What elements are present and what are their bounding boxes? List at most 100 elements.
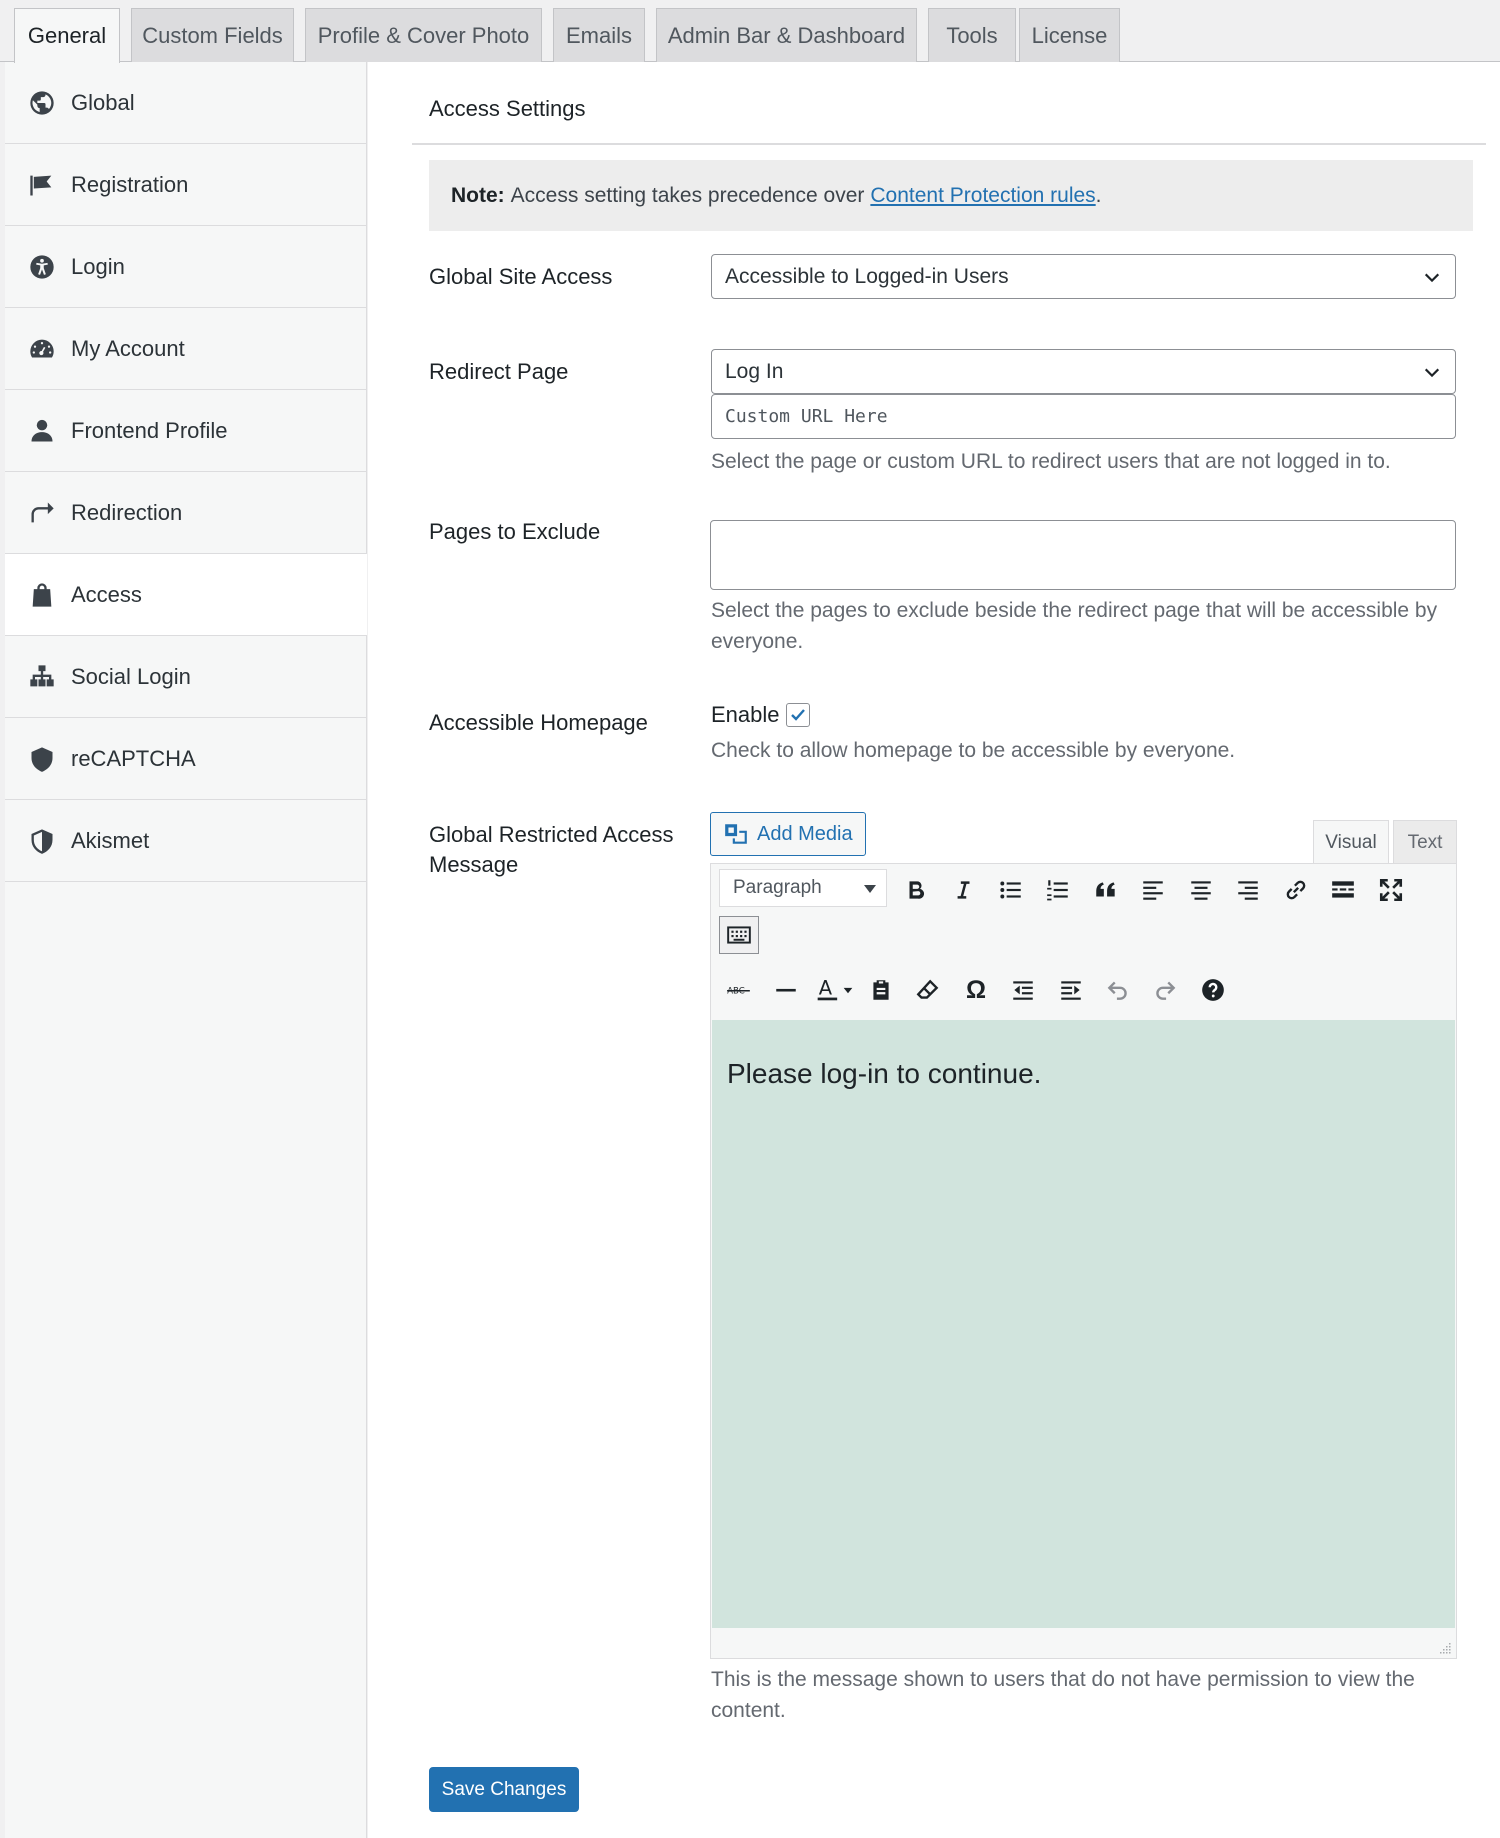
align-left-button[interactable] [1133,870,1173,910]
text-color-button[interactable]: A [809,970,861,1010]
keyboard-icon [727,926,751,944]
settings-panel: Access Settings Note: Access setting tak… [368,62,1500,1838]
italic-button[interactable] [943,870,983,910]
accessible-homepage-checkbox[interactable] [785,703,810,727]
horizontal-line-button[interactable] [766,970,806,1010]
toolbar-toggle-button[interactable] [719,916,759,954]
align-right-button[interactable] [1228,870,1268,910]
user-icon [27,416,57,446]
note-period: . [1095,183,1102,207]
editor-toolbar-primary: Paragraph [711,864,1456,910]
sidebar-item-my-account[interactable]: My Account [5,308,367,390]
section-title: Access Settings [429,96,586,121]
paragraph-format-select[interactable]: Paragraph [719,869,887,907]
align-center-button[interactable] [1181,870,1221,910]
redirect-page-select[interactable]: Log In [711,349,1456,394]
redo-icon [1156,981,1176,1000]
redirect-arrow-icon [27,498,57,528]
blockquote-button[interactable] [1086,870,1126,910]
sidebar-item-login[interactable]: Login [5,226,367,308]
numbered-list-icon [1047,880,1068,901]
section-divider [412,143,1486,145]
settings-sidebar: Global Registration Login My Account Fro… [5,62,367,1838]
fullscreen-button[interactable] [1371,870,1411,910]
shield-half-icon [27,826,57,856]
tab-license[interactable]: License [1019,8,1120,62]
globe-icon [27,88,57,118]
sidebar-item-label: Redirection [71,499,183,525]
paste-as-text-button[interactable] [861,970,901,1010]
bullet-list-button[interactable] [991,870,1031,910]
paragraph-format-value: Paragraph [733,877,822,898]
redo-button[interactable] [1145,970,1185,1010]
read-more-button[interactable] [1323,870,1363,910]
sidebar-item-global[interactable]: Global [5,62,367,144]
outdent-button[interactable] [1003,970,1043,1010]
clear-formatting-button[interactable] [908,970,948,1010]
indent-button[interactable] [1051,970,1091,1010]
sidebar-item-registration[interactable]: Registration [5,144,367,226]
sidebar-item-akismet[interactable]: Akismet [5,800,367,882]
global-site-access-select[interactable]: Accessible to Logged-in Users [711,254,1456,299]
fullscreen-icon [1379,878,1403,902]
undo-button[interactable] [1098,970,1138,1010]
special-character-button[interactable]: Ω [956,970,996,1010]
caret-down-icon [864,885,876,893]
custom-url-placeholder: Custom URL Here [725,406,888,427]
strikethrough-button[interactable]: ABC [719,970,759,1010]
tab-profile-cover-photo[interactable]: Profile & Cover Photo [305,8,542,62]
graduation-cap-icon [27,170,57,200]
read-more-icon [1332,881,1354,898]
global-site-access-label: Global Site Access [429,264,613,289]
align-left-icon [1143,881,1163,900]
text-color-icon: A [817,977,853,1001]
add-media-label: Add Media [757,822,853,845]
sidebar-item-redirection[interactable]: Redirection [5,472,367,554]
sidebar-item-label: Registration [71,171,189,197]
editor-tab-text[interactable]: Text [1393,820,1457,864]
italic-icon [957,881,970,899]
dashboard-icon [27,334,57,364]
sidebar-item-recaptcha[interactable]: reCAPTCHA [5,718,367,800]
outdent-icon [1013,981,1033,1000]
settings-tabs: General Custom Fields Profile & Cover Ph… [0,0,1500,63]
media-icon [725,824,747,844]
tab-custom-fields[interactable]: Custom Fields [131,8,294,62]
sidebar-item-frontend-profile[interactable]: Frontend Profile [5,390,367,472]
sidebar-item-social-login[interactable]: Social Login [5,636,367,718]
sidebar-item-label: Access [71,581,142,607]
help-icon [1202,979,1224,1001]
bold-button[interactable] [896,870,936,910]
tab-general[interactable]: General [14,8,120,63]
omega-icon: Ω [965,975,987,1004]
tab-tools[interactable]: Tools [928,8,1016,62]
sidebar-item-label: Global [71,89,135,115]
notice-box: Note: Access setting takes precedence ov… [429,160,1473,231]
editor-content[interactable]: Please log-in to continue. [712,1020,1455,1628]
content-protection-link[interactable]: Content Protection rules [870,184,1095,208]
tab-admin-bar-dashboard[interactable]: Admin Bar & Dashboard [656,8,917,62]
tab-emails[interactable]: Emails [553,8,645,62]
strikethrough-icon: ABC [727,986,750,996]
custom-url-input[interactable]: Custom URL Here [711,394,1456,439]
sidebar-item-access[interactable]: Access [5,554,367,636]
bullet-list-icon [1000,881,1021,899]
help-button[interactable] [1193,970,1233,1010]
clipboard-icon [873,980,889,1000]
add-media-button[interactable]: Add Media [710,812,866,856]
align-right-icon [1238,881,1258,900]
editor-tab-visual[interactable]: Visual [1313,820,1389,864]
pages-to-exclude-input[interactable] [710,520,1456,590]
indent-icon [1061,981,1081,1000]
eraser-icon [916,979,939,999]
bold-icon [909,881,925,899]
chevron-down-icon [1424,368,1440,378]
save-changes-button[interactable]: Save Changes [429,1767,579,1812]
accessible-homepage-label: Accessible Homepage [429,710,648,735]
numbered-list-button[interactable] [1038,870,1078,910]
sitemap-icon [27,662,57,692]
shopping-bag-icon [27,580,57,610]
editor-content-text: Please log-in to continue. [727,1058,1042,1089]
resize-handle-icon[interactable] [1440,1642,1452,1654]
insert-link-button[interactable] [1276,870,1316,910]
